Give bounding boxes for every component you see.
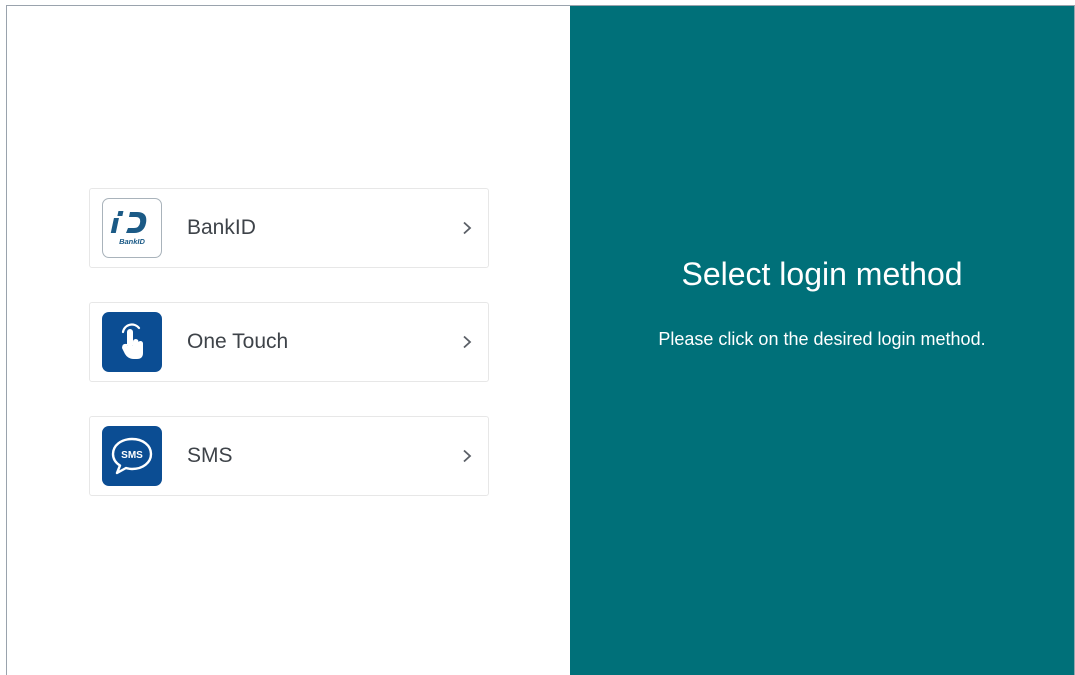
touch-hand-icon xyxy=(102,312,162,372)
login-window: BankID BankID One Touch SMS SMS Select l… xyxy=(6,5,1075,675)
bankid-icon-caption: BankID xyxy=(119,237,145,246)
instruction-panel: Select login method Please click on the … xyxy=(570,6,1074,675)
bankid-logo-graphic: BankID xyxy=(110,211,147,246)
sms-login-option[interactable]: SMS SMS xyxy=(89,416,489,496)
instruction-text: Please click on the desired login method… xyxy=(658,329,986,349)
login-method-pane: BankID BankID One Touch SMS SMS xyxy=(7,6,570,675)
chevron-right-icon xyxy=(460,449,474,463)
bankid-icon: BankID xyxy=(102,198,162,258)
sms-icon-caption: SMS xyxy=(121,450,143,461)
page-title: Select login method xyxy=(681,256,963,292)
sms-bubble-graphic: SMS xyxy=(111,437,153,475)
chevron-right-icon xyxy=(460,221,474,235)
touch-hand-graphic xyxy=(121,323,143,359)
bankid-label: BankID xyxy=(187,216,256,239)
one-touch-label: One Touch xyxy=(187,330,289,353)
login-method-list: BankID BankID One Touch SMS SMS xyxy=(89,188,489,530)
chevron-right-icon xyxy=(460,335,474,349)
bankid-login-option[interactable]: BankID BankID xyxy=(89,188,489,268)
one-touch-login-option[interactable]: One Touch xyxy=(89,302,489,382)
sms-bubble-icon: SMS xyxy=(102,426,162,486)
sms-label: SMS xyxy=(187,444,233,467)
